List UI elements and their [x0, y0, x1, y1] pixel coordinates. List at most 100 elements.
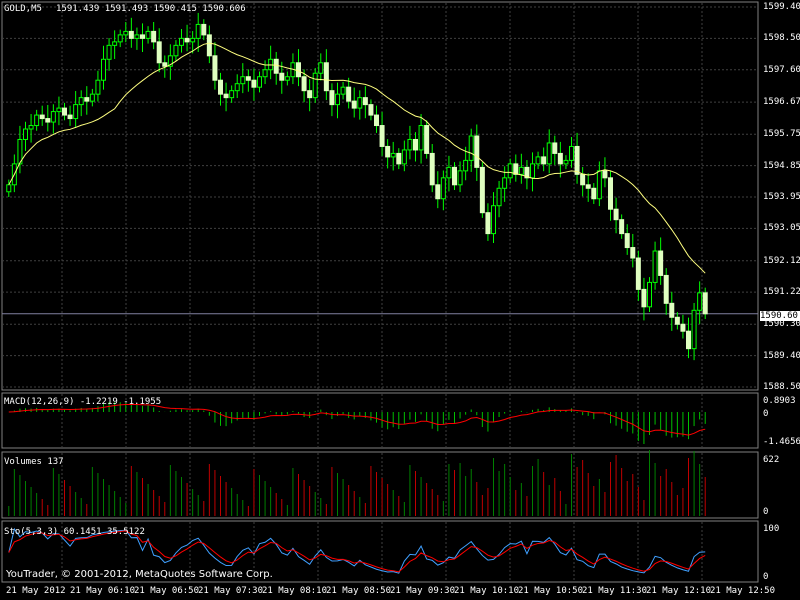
bear-candle: [84, 97, 90, 102]
volumes-title: Volumes 137: [4, 457, 64, 467]
bull-candle: [312, 72, 318, 99]
chart-canvas[interactable]: [0, 0, 800, 600]
bear-candle: [67, 114, 73, 120]
bear-candle: [396, 152, 402, 165]
bull-candle: [95, 79, 101, 95]
bear-candle: [156, 41, 162, 64]
price-tick-label: 1588.50: [763, 382, 800, 392]
time-tick-label: 21 May 06:10: [70, 586, 136, 596]
bull-candle: [502, 177, 508, 189]
bear-candle: [329, 90, 335, 106]
current-price-tag: 1590.60: [760, 311, 800, 321]
bull-candle: [234, 83, 240, 92]
macd-min-label: -1.4656: [763, 437, 800, 447]
bull-candle: [652, 250, 658, 283]
bull-candle: [691, 309, 697, 350]
bear-candle: [162, 62, 168, 67]
macd-title: MACD(12,26,9) -1.2219 -1.1955: [4, 397, 162, 407]
bear-candle: [368, 104, 374, 116]
bear-candle: [413, 138, 418, 151]
bull-candle: [457, 170, 463, 186]
bear-candle: [686, 330, 691, 350]
bull-candle: [496, 187, 502, 207]
time-tick-label: 21 May 2012: [6, 586, 66, 596]
bear-candle: [479, 166, 485, 214]
price-tick-label: 1594.85: [763, 160, 800, 171]
bull-candle: [468, 135, 474, 161]
bear-candle: [201, 23, 207, 36]
bear-candle: [608, 177, 613, 210]
bear-candle: [184, 37, 190, 43]
bear-candle: [702, 292, 708, 315]
bear-candle: [619, 219, 625, 235]
bull-candle: [23, 128, 28, 140]
price-tick-label: 1593.95: [763, 192, 800, 202]
moving-average-line: [8, 42, 706, 274]
bear-candle: [296, 62, 301, 78]
stochastic-min-label: 0: [763, 572, 769, 582]
bear-candle: [429, 152, 435, 186]
bear-candle: [323, 62, 329, 92]
bull-candle: [530, 163, 535, 179]
price-tick-label: 1592.12: [763, 255, 800, 266]
time-tick-label: 21 May 10:10: [454, 586, 520, 596]
bear-candle: [251, 79, 257, 88]
bull-candle: [179, 37, 184, 46]
bear-candle: [62, 107, 67, 116]
price-tick-label: 1593.05: [763, 223, 800, 234]
time-tick-label: 21 May 06:50: [134, 586, 200, 596]
bull-candle: [446, 166, 452, 179]
bull-candle: [117, 34, 123, 43]
bear-candle: [39, 114, 45, 120]
bull-candle: [407, 138, 413, 151]
copyright-text: YouTrader, © 2001-2012, MetaQuotes Softw…: [6, 569, 273, 580]
time-tick-label: 21 May 10:50: [518, 586, 584, 596]
bear-candle: [541, 156, 547, 165]
bear-candle: [574, 145, 580, 175]
bull-candle: [546, 142, 552, 165]
ohlc-header: 1591.439 1591.493 1590.415 1590.606: [56, 4, 246, 14]
time-tick-label: 21 May 09:30: [390, 586, 456, 596]
bear-candle: [513, 163, 519, 175]
bear-candle: [435, 184, 441, 200]
bear-candle: [245, 76, 251, 81]
bear-candle: [613, 208, 619, 221]
price-tick-label: 1597.60: [763, 64, 800, 75]
price-tick-label: 1599.40: [763, 2, 800, 12]
macd-signal-line: [8, 403, 706, 436]
price-tick-label: 1589.40: [763, 350, 800, 361]
bull-candle: [418, 125, 424, 151]
bear-candle: [602, 170, 608, 179]
bull-candle: [284, 76, 290, 81]
bull-candle: [78, 97, 84, 106]
time-tick-label: 21 May 07:30: [198, 586, 264, 596]
bear-candle: [45, 118, 51, 123]
bull-candle: [112, 41, 118, 46]
bear-candle: [374, 114, 379, 127]
time-tick-label: 21 May 08:10: [262, 586, 328, 596]
stochastic-title: Sto(5,3,3) 60.1451 35.5122: [4, 527, 145, 537]
bull-candle: [647, 281, 652, 308]
bear-candle: [624, 233, 630, 249]
bull-candle: [73, 104, 79, 120]
bear-candle: [591, 187, 597, 200]
bull-candle: [318, 62, 324, 74]
price-tick-label: 1596.67: [763, 97, 800, 108]
bull-candle: [106, 44, 112, 60]
time-tick-label: 21 May 12:50: [710, 586, 776, 596]
macd-zero-label: 0: [763, 409, 769, 419]
bull-candle: [145, 30, 151, 39]
trading-terminal-chart-window: GOLD,M5 1591.439 1591.493 1590.415 1590.…: [0, 0, 800, 600]
bull-candle: [240, 76, 246, 85]
bull-candle: [335, 93, 340, 106]
stochastic-max-label: 100: [763, 524, 780, 534]
bear-candle: [151, 30, 157, 43]
bull-candle: [50, 111, 56, 123]
bull-candle: [697, 292, 703, 311]
bear-candle: [212, 55, 218, 81]
bull-candle: [390, 152, 396, 158]
bull-candle: [463, 159, 469, 172]
bear-candle: [674, 316, 680, 325]
bear-candle: [580, 173, 586, 186]
bull-candle: [229, 90, 235, 99]
